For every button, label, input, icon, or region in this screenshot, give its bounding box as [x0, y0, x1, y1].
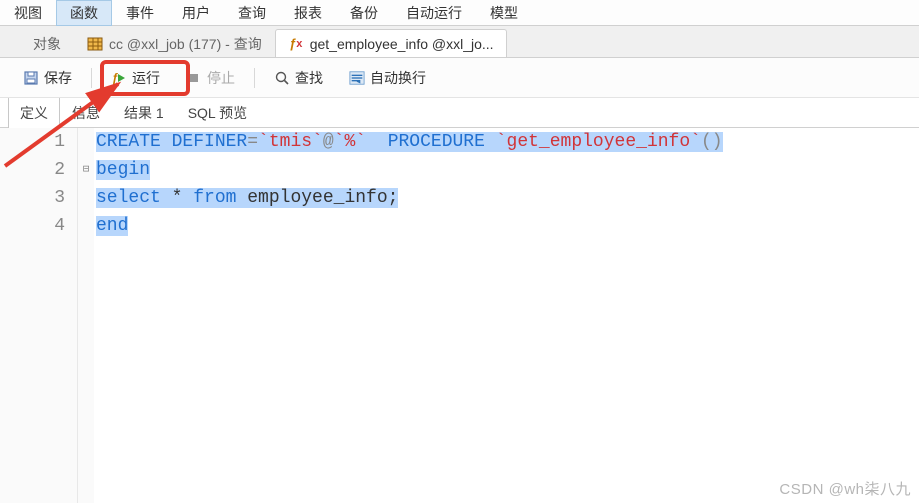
line-number: 3 [0, 184, 69, 212]
code-editor[interactable]: 1 2 3 4 ⊟ CREATE DEFINER=`tmis`@`%` PROC… [0, 128, 919, 503]
menu-report[interactable]: 报表 [280, 0, 336, 26]
run-label: 运行 [132, 68, 160, 88]
search-icon [274, 70, 290, 86]
line-gutter: 1 2 3 4 [0, 128, 78, 503]
tab-label: cc @xxl_job (177) - 查询 [109, 34, 262, 54]
save-label: 保存 [44, 68, 72, 88]
stop-label: 停止 [207, 68, 235, 88]
wrap-icon [349, 70, 365, 86]
tab-label: get_employee_info @xxl_jo... [310, 36, 494, 52]
code-line[interactable]: CREATE DEFINER=`tmis`@`%` PROCEDURE `get… [96, 128, 919, 156]
save-icon [23, 70, 39, 86]
line-number: 2 [0, 156, 69, 184]
code-line[interactable]: begin [96, 156, 919, 184]
wrap-button[interactable]: 自动换行 [338, 63, 437, 93]
stop-icon [186, 70, 202, 86]
subtab-definition[interactable]: 定义 [8, 97, 60, 129]
separator [91, 68, 92, 88]
line-number: 4 [0, 212, 69, 240]
fold-marker[interactable]: ⊟ [78, 156, 94, 184]
menu-user[interactable]: 用户 [168, 0, 224, 26]
table-icon [87, 36, 103, 52]
menu-bar: 视图 函数 事件 用户 查询 报表 备份 自动运行 模型 [0, 0, 919, 26]
menu-query[interactable]: 查询 [224, 0, 280, 26]
menu-view[interactable]: 视图 [0, 0, 56, 26]
save-button[interactable]: 保存 [12, 63, 83, 93]
separator [254, 68, 255, 88]
code-line[interactable]: end [96, 212, 919, 240]
tabs-row: 对象 cc @xxl_job (177) - 查询 ƒx get_employe… [0, 26, 919, 58]
tab-label: 对象 [33, 34, 61, 54]
tab-objects[interactable]: 对象 [20, 29, 74, 57]
fold-column: ⊟ [78, 128, 94, 503]
run-icon: ƒ [111, 70, 127, 86]
stop-button: 停止 [175, 63, 246, 93]
menu-event[interactable]: 事件 [112, 0, 168, 26]
toolbar: 保存 ƒ 运行 停止 查找 自动换行 [0, 58, 919, 98]
subtab-sqlpreview[interactable]: SQL 预览 [176, 97, 259, 129]
menu-model[interactable]: 模型 [476, 0, 532, 26]
wrap-label: 自动换行 [370, 68, 426, 88]
find-button[interactable]: 查找 [263, 63, 334, 93]
tab-procedure[interactable]: ƒx get_employee_info @xxl_jo... [275, 29, 507, 57]
menu-autorun[interactable]: 自动运行 [392, 0, 476, 26]
run-button[interactable]: ƒ 运行 [100, 63, 171, 93]
function-icon: ƒx [288, 36, 304, 52]
tab-query-cc[interactable]: cc @xxl_job (177) - 查询 [74, 29, 275, 57]
subtab-info[interactable]: 信息 [60, 97, 112, 129]
code-area[interactable]: CREATE DEFINER=`tmis`@`%` PROCEDURE `get… [94, 128, 919, 503]
menu-backup[interactable]: 备份 [336, 0, 392, 26]
find-label: 查找 [295, 68, 323, 88]
subtabs: 定义 信息 结果 1 SQL 预览 [0, 98, 919, 128]
code-line[interactable]: select * from employee_info; [96, 184, 919, 212]
line-number: 1 [0, 128, 69, 156]
menu-function[interactable]: 函数 [56, 0, 112, 26]
subtab-result1[interactable]: 结果 1 [112, 97, 176, 129]
